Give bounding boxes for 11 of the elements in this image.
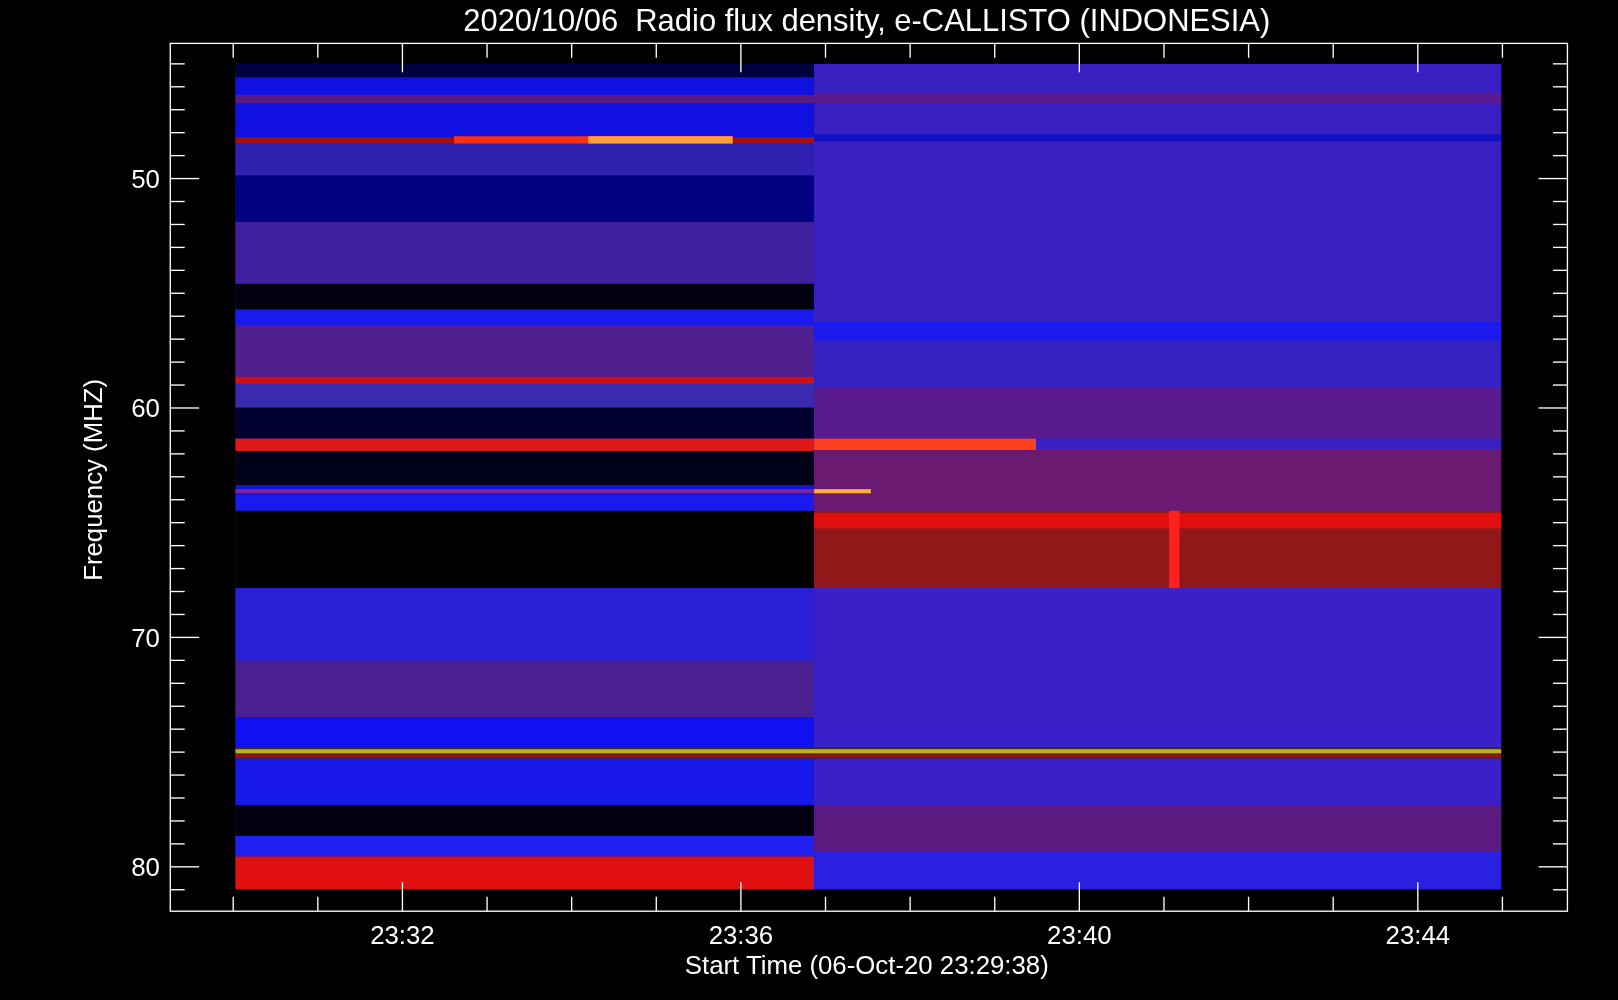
x-tick-label: 23:40 [1047, 921, 1112, 950]
y-tick-label: 70 [131, 623, 160, 652]
y-tick-label: 80 [131, 853, 160, 882]
x-tick-label: 23:32 [370, 921, 435, 950]
x-tick-label: 23:36 [708, 921, 774, 950]
y-axis-label: Frequency (MHZ) [79, 378, 108, 581]
y-tick-label: 50 [131, 164, 160, 193]
x-tick-label: 23:44 [1385, 921, 1451, 950]
y-tick-label: 60 [131, 394, 160, 423]
plot-title: 2020/10/06 Radio flux density, e-CALLISTO (INDONESIA) [463, 3, 1271, 38]
x-axis-label: Start Time (06-Oct-20 23:29:38) [684, 951, 1049, 980]
